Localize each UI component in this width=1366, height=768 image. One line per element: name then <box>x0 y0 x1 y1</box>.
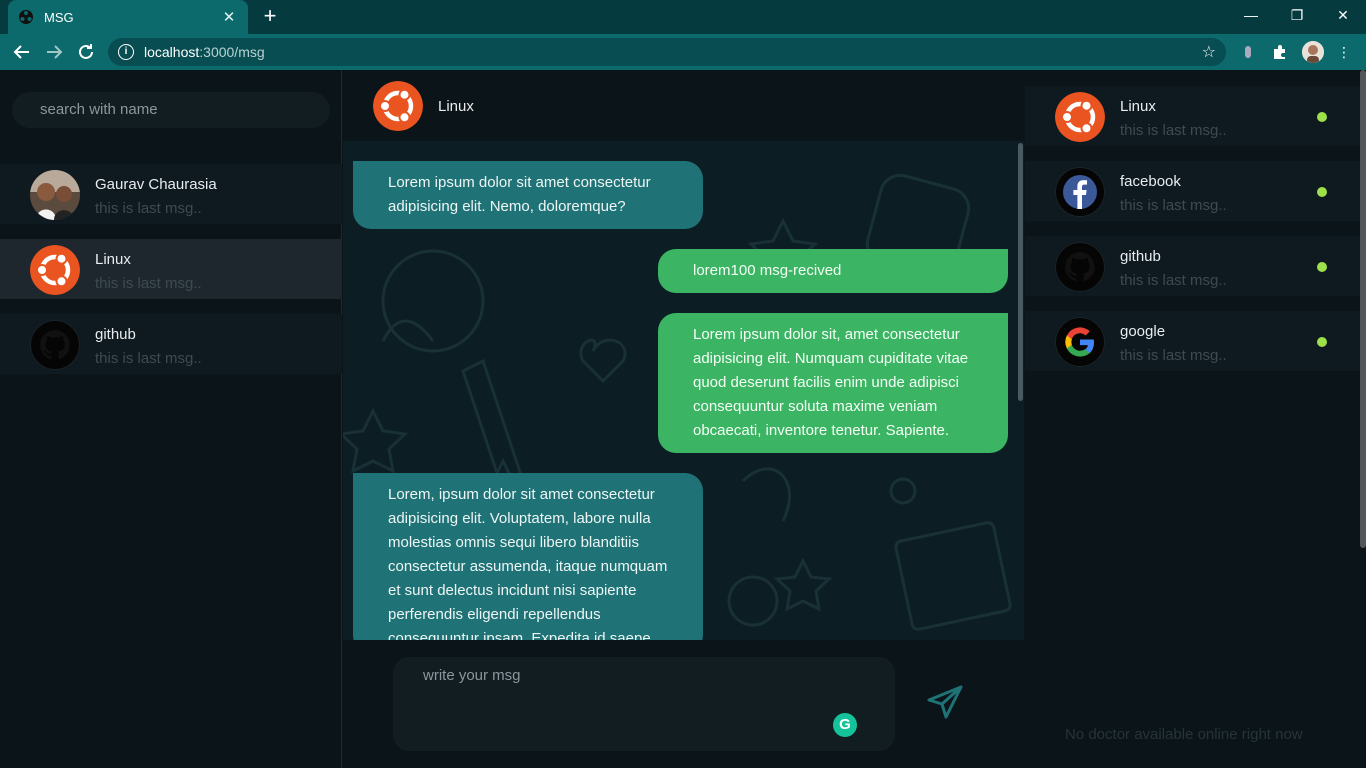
message-composer: write your msg G <box>343 640 1024 768</box>
online-status-dot <box>1317 112 1327 122</box>
github-icon <box>30 320 80 370</box>
contact-name: github <box>95 326 136 343</box>
message-input[interactable]: write your msg <box>393 657 895 751</box>
page-scrollbar[interactable] <box>1360 70 1366 548</box>
google-icon <box>1055 317 1105 367</box>
message-list[interactable]: Lorem ipsum dolor sit amet consectetur a… <box>343 141 1024 640</box>
contact-last-message: this is last msg.. <box>95 200 202 217</box>
forward-icon[interactable] <box>42 40 66 64</box>
incoming-message: Lorem ipsum dolor sit amet consectetur a… <box>353 161 703 229</box>
contact-item[interactable]: Linux this is last msg.. <box>0 239 342 299</box>
browser-tab-strip: MSG ✕ + — ❐ ✕ <box>0 0 1366 34</box>
chat-header: Linux <box>343 70 1024 141</box>
online-contact-item[interactable]: github this is last msg.. <box>1025 236 1361 296</box>
bookmark-star-icon[interactable]: ☆ <box>1202 42 1216 62</box>
incoming-message: Lorem, ipsum dolor sit amet consectetur … <box>353 473 703 640</box>
minimize-button[interactable]: — <box>1228 0 1274 30</box>
app-favicon-icon <box>19 10 33 24</box>
contacts-sidebar: search with name Gaurav Chaurasia this i… <box>0 70 342 768</box>
ubuntu-icon <box>373 81 423 131</box>
url-path: :3000/msg <box>199 44 265 60</box>
contact-last-message: this is last msg.. <box>95 275 202 292</box>
chat-panel: Linux Lorem ipsum dolor sit amet consect… <box>343 70 1024 640</box>
grammarly-icon[interactable]: G <box>833 713 857 737</box>
browser-tab[interactable]: MSG ✕ <box>8 0 248 34</box>
outgoing-message: Lorem ipsum dolor sit, amet consectetur … <box>658 313 1008 453</box>
online-status-dot <box>1317 262 1327 272</box>
contact-item[interactable]: Gaurav Chaurasia this is last msg.. <box>0 164 342 224</box>
online-contact-item[interactable]: facebook this is last msg.. <box>1025 161 1361 221</box>
site-info-icon[interactable]: i <box>118 44 134 60</box>
send-icon[interactable] <box>925 682 965 722</box>
url-host: localhost <box>144 44 200 60</box>
chat-scrollbar[interactable] <box>1016 141 1024 640</box>
contact-name: facebook <box>1120 173 1181 190</box>
online-contacts-sidebar: Linux this is last msg.. facebook this i… <box>1025 70 1366 768</box>
contact-name: google <box>1120 323 1166 340</box>
outgoing-message: lorem100 msg-recived <box>658 249 1008 293</box>
contact-last-message: this is last msg.. <box>1120 272 1227 289</box>
online-contact-item[interactable]: Linux this is last msg.. <box>1025 86 1361 146</box>
url-field[interactable]: i localhost:3000/msg ☆ <box>108 38 1226 66</box>
tab-close-icon[interactable]: ✕ <box>220 8 238 26</box>
search-input[interactable]: search with name <box>12 92 330 128</box>
chat-scrollbar-thumb[interactable] <box>1018 143 1023 401</box>
address-bar: i localhost:3000/msg ☆ ⋮ <box>0 34 1366 70</box>
back-icon[interactable] <box>10 40 34 64</box>
facebook-icon <box>1055 167 1105 217</box>
online-status-dot <box>1317 337 1327 347</box>
contact-last-message: this is last msg.. <box>1120 347 1227 364</box>
online-contact-item[interactable]: google this is last msg.. <box>1025 311 1361 371</box>
contact-name: github <box>1120 248 1161 265</box>
extension-icon[interactable] <box>1238 42 1258 62</box>
contact-last-message: this is last msg.. <box>1120 122 1227 139</box>
no-online-message: No doctor available online right now <box>1065 726 1303 743</box>
new-tab-button[interactable]: + <box>258 4 282 28</box>
chat-contact-name: Linux <box>438 98 474 115</box>
avatar <box>30 170 80 220</box>
reload-icon[interactable] <box>74 40 98 64</box>
extensions-puzzle-icon[interactable] <box>1270 42 1290 62</box>
contact-last-message: this is last msg.. <box>95 350 202 367</box>
tab-title: MSG <box>44 9 74 25</box>
github-icon <box>1055 242 1105 292</box>
contact-item[interactable]: github this is last msg.. <box>0 314 342 374</box>
window-close-button[interactable]: ✕ <box>1320 0 1366 30</box>
ubuntu-icon <box>30 245 80 295</box>
profile-avatar[interactable] <box>1302 41 1324 63</box>
contact-last-message: this is last msg.. <box>1120 197 1227 214</box>
maximize-button[interactable]: ❐ <box>1274 0 1320 30</box>
ubuntu-icon <box>1055 92 1105 142</box>
messenger-app: search with name Gaurav Chaurasia this i… <box>0 70 1366 768</box>
browser-menu-icon[interactable]: ⋮ <box>1334 42 1354 62</box>
contact-name: Gaurav Chaurasia <box>95 176 217 193</box>
contact-name: Linux <box>1120 98 1156 115</box>
contact-name: Linux <box>95 251 131 268</box>
online-status-dot <box>1317 187 1327 197</box>
